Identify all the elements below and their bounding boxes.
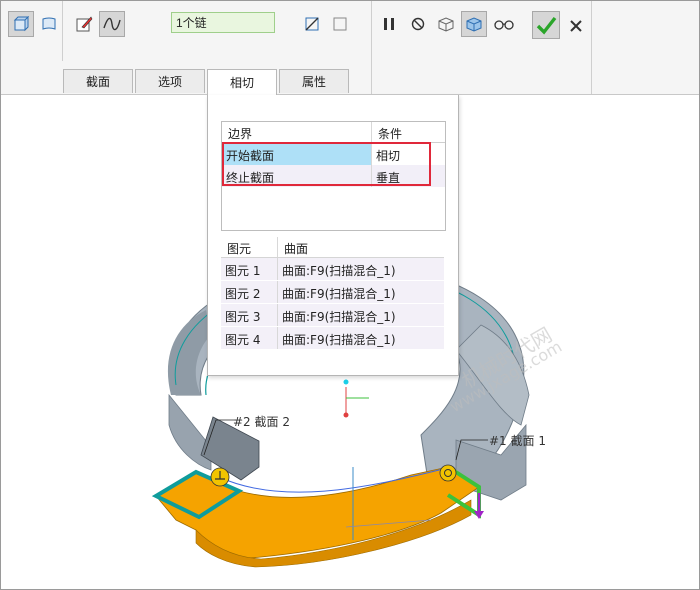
preview-geometry-button[interactable]: [433, 11, 459, 37]
section-2-label: #2 截面 2: [233, 415, 290, 429]
pause-button[interactable]: [376, 11, 402, 37]
entity-cell: 图元 3: [221, 304, 278, 326]
table-row[interactable]: 图元 4 曲面:F9(扫描混合_1): [221, 327, 444, 350]
condition-cell[interactable]: 相切: [372, 143, 445, 165]
pause-icon: [384, 18, 394, 30]
solid-type-button[interactable]: [8, 11, 34, 37]
trajectory-curve-button[interactable]: [99, 11, 125, 37]
surface-cell[interactable]: 曲面:F9(扫描混合_1): [278, 327, 444, 349]
chain-selection-field[interactable]: [171, 12, 275, 33]
condition-column-header[interactable]: 条件: [372, 122, 445, 142]
close-icon: [570, 20, 582, 32]
tangency-panel: 边界 条件 开始截面 相切 终止截面 垂直 图元 曲面 图元 1 曲面:F9(扫…: [207, 95, 459, 376]
perimeter-control-button[interactable]: [327, 11, 353, 37]
table-row[interactable]: 开始截面 相切: [222, 143, 445, 165]
tab-options[interactable]: 选项: [135, 69, 205, 93]
solid-icon: [13, 16, 29, 32]
surface-column-header[interactable]: 曲面: [278, 237, 444, 257]
entity-surface-table: 图元 曲面 图元 1 曲面:F9(扫描混合_1) 图元 2 曲面:F9(扫描混合…: [221, 237, 444, 350]
surface-type-button[interactable]: [36, 11, 62, 37]
boundary-condition-table: 边界 条件 开始截面 相切 终止截面 垂直: [221, 121, 446, 231]
table-row[interactable]: 图元 1 曲面:F9(扫描混合_1): [221, 258, 444, 281]
spline-curve-icon: [103, 17, 121, 31]
box-icon: [333, 17, 347, 31]
section-1-label: #1 截面 1: [489, 434, 546, 448]
app-frame: 截面 选项 相切 属性: [0, 0, 700, 590]
surface-icon: [42, 17, 56, 30]
cancel-button[interactable]: [563, 13, 589, 39]
tab-sections[interactable]: 截面: [63, 69, 133, 93]
entity-cell: 图元 1: [221, 258, 278, 280]
tab-tangency[interactable]: 相切: [207, 69, 277, 95]
boundary-cell: 开始截面: [222, 143, 372, 165]
table-row[interactable]: 图元 2 曲面:F9(扫描混合_1): [221, 281, 444, 304]
table-row[interactable]: 图元 3 曲面:F9(扫描混合_1): [221, 304, 444, 327]
entity-cell: 图元 4: [221, 327, 278, 349]
boundary-column-header[interactable]: 边界: [222, 122, 372, 142]
condition-cell[interactable]: 垂直: [372, 165, 445, 187]
glasses-preview-button[interactable]: [491, 11, 517, 37]
sketch-button[interactable]: [71, 11, 97, 37]
no-preview-button[interactable]: [405, 11, 431, 37]
shaded-box-icon: [466, 17, 482, 32]
tab-properties[interactable]: 属性: [279, 69, 349, 93]
wire-box-icon: [438, 17, 454, 32]
surface-cell[interactable]: 曲面:F9(扫描混合_1): [278, 258, 444, 280]
sketch-pencil-icon: [76, 16, 93, 32]
entity-column-header[interactable]: 图元: [221, 237, 278, 257]
confirm-button[interactable]: [532, 11, 560, 39]
no-preview-icon: [411, 17, 425, 31]
boundary-cell: 终止截面: [222, 165, 372, 187]
checkmark-icon: [536, 16, 557, 35]
entity-cell: 图元 2: [221, 281, 278, 303]
surface-cell[interactable]: 曲面:F9(扫描混合_1): [278, 281, 444, 303]
verify-mode-button[interactable]: [461, 11, 487, 37]
table-row[interactable]: 终止截面 垂直: [222, 165, 445, 187]
area-control-button[interactable]: [299, 11, 325, 37]
surface-cell[interactable]: 曲面:F9(扫描混合_1): [278, 304, 444, 326]
glasses-icon: [494, 20, 514, 30]
dashboard-tabs: 截面 选项 相切 属性: [63, 69, 351, 95]
sweep-blend-ribbon: 截面 选项 相切 属性: [1, 1, 699, 95]
slash-box-icon: [305, 17, 319, 31]
